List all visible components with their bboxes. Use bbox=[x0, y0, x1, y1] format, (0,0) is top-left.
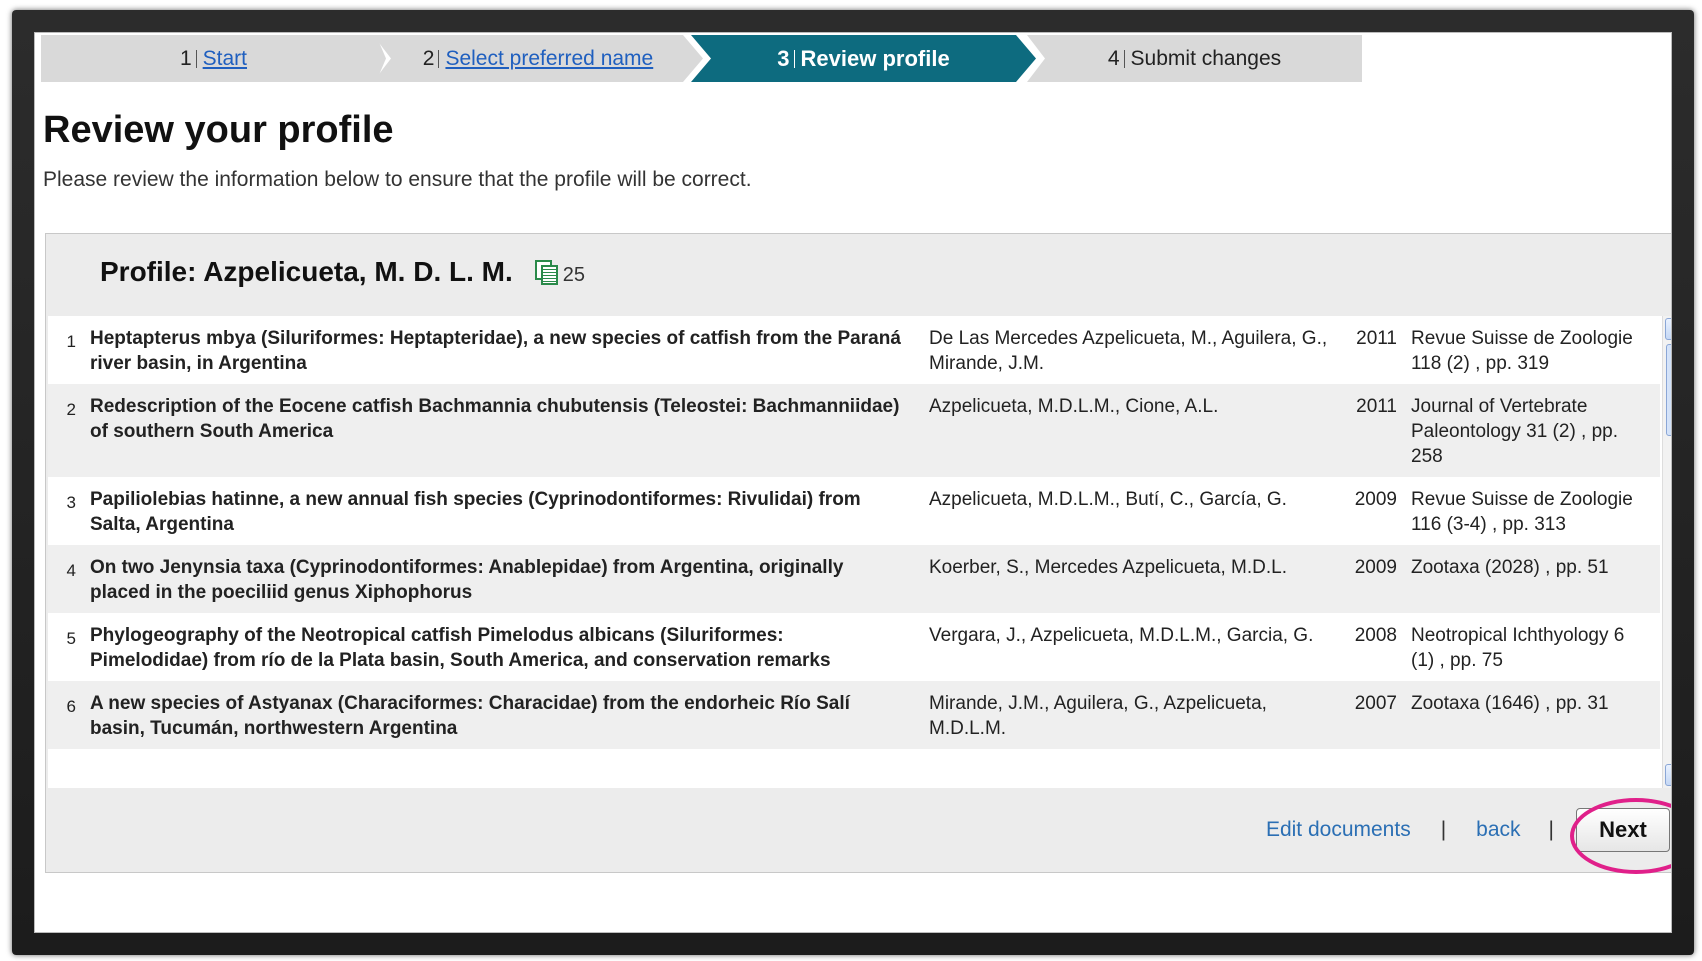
document-source: Zootaxa (2028) , pp. 51 bbox=[1411, 557, 1609, 578]
step-select-preferred-name[interactable]: 2 Select preferred name bbox=[373, 35, 703, 82]
document-authors: Azpelicueta, M.D.L.M., Cione, A.L. bbox=[929, 396, 1219, 417]
document-year: 2008 bbox=[1354, 625, 1397, 646]
document-authors: Mirande, J.M., Aguilera, G., Azpelicueta… bbox=[929, 693, 1267, 739]
document-index: 3 bbox=[66, 493, 76, 512]
document-row: 6 A new species of Astyanax (Characiforme… bbox=[48, 681, 1660, 749]
document-title: On two Jenynsia taxa (Cyprinodontiformes… bbox=[90, 557, 844, 603]
document-title: Redescription of the Eocene catfish Bach… bbox=[90, 396, 900, 442]
document-year: 2011 bbox=[1356, 328, 1397, 349]
document-source: Revue Suisse de Zoologie 116 (3-4) , pp.… bbox=[1411, 489, 1633, 535]
step-start[interactable]: 1 Start bbox=[41, 35, 386, 82]
step-separator bbox=[793, 49, 795, 68]
document-index: 1 bbox=[66, 332, 76, 351]
document-authors: De Las Mercedes Azpelicueta, M., Aguiler… bbox=[929, 328, 1328, 374]
page-description: Please review the information below to e… bbox=[43, 168, 752, 191]
document-index: 5 bbox=[66, 629, 76, 648]
profile-title: Profile: Azpelicueta, M. D. L. M. bbox=[100, 256, 513, 287]
document-source: Journal of Vertebrate Paleontology 31 (2… bbox=[1411, 396, 1619, 467]
scroll-up-icon[interactable]: ▲ bbox=[1665, 318, 1671, 340]
step-submit-changes-label: Submit changes bbox=[1130, 46, 1282, 70]
step-review-profile-label: Review profile bbox=[800, 45, 950, 71]
document-row: 3 Papiliolebias hatinne, a new annual fis… bbox=[48, 477, 1660, 545]
document-year: 2009 bbox=[1354, 489, 1397, 510]
document-source: Neotropical Ichthyology 6 (1) , pp. 75 bbox=[1411, 625, 1625, 671]
document-list[interactable]: 1 Heptapterus mbya (Siluriformes: Heptapt… bbox=[48, 316, 1671, 788]
footer-actions: Edit documents | back | Next bbox=[1266, 808, 1670, 852]
step-separator bbox=[438, 49, 440, 68]
document-year: 2011 bbox=[1356, 396, 1397, 417]
page-title: Review your profile bbox=[43, 109, 394, 151]
document-count: 25 bbox=[562, 263, 586, 286]
document-row: 5 Phylogeography of the Neotropical catfi… bbox=[48, 613, 1660, 681]
separator: | bbox=[1440, 818, 1447, 841]
step-separator bbox=[1123, 49, 1125, 68]
document-title: Heptapterus mbya (Siluriformes: Heptapte… bbox=[90, 328, 901, 374]
document-source: Revue Suisse de Zoologie 118 (2) , pp. 3… bbox=[1411, 328, 1633, 374]
document-title: A new species of Astyanax (Characiformes… bbox=[90, 693, 850, 739]
document-row: 4 On two Jenynsia taxa (Cyprinodontiforme… bbox=[48, 545, 1660, 613]
document-index: 4 bbox=[66, 561, 76, 580]
page: 1 Start 2 Select preferred name 3 Review pr… bbox=[34, 32, 1672, 933]
documents-icon bbox=[534, 260, 558, 285]
step-select-preferred-name-link[interactable]: Select preferred name bbox=[445, 47, 653, 71]
document-index: 2 bbox=[66, 400, 76, 419]
document-authors: Koerber, S., Mercedes Azpelicueta, M.D.L… bbox=[929, 557, 1288, 578]
document-year: 2007 bbox=[1354, 693, 1397, 714]
document-index: 6 bbox=[66, 697, 76, 716]
document-row: 1 Heptapterus mbya (Siluriformes: Heptapt… bbox=[48, 316, 1660, 384]
step-start-link[interactable]: Start bbox=[203, 47, 247, 71]
document-row: 2 Redescription of the Eocene catfish Bac… bbox=[48, 384, 1660, 477]
scroll-down-icon[interactable]: ▼ bbox=[1665, 764, 1671, 786]
step-separator bbox=[195, 49, 197, 68]
document-authors: Vergara, J., Azpelicueta, M.D.L.M., Garc… bbox=[929, 625, 1314, 646]
document-year: 2009 bbox=[1354, 557, 1397, 578]
next-button[interactable]: Next bbox=[1576, 808, 1670, 852]
profile-header: Profile: Azpelicueta, M. D. L. M. 25 bbox=[100, 256, 585, 288]
document-authors: Azpelicueta, M.D.L.M., Butí, C., García,… bbox=[929, 489, 1287, 510]
scroll-thumb[interactable] bbox=[1666, 344, 1671, 436]
document-title: Phylogeography of the Neotropical catfis… bbox=[90, 625, 831, 671]
profile-panel: Profile: Azpelicueta, M. D. L. M. 25 1 He… bbox=[45, 233, 1671, 874]
edit-documents-link[interactable]: Edit documents bbox=[1266, 818, 1411, 842]
back-link[interactable]: back bbox=[1476, 818, 1520, 842]
document-source: Zootaxa (1646) , pp. 31 bbox=[1411, 693, 1609, 714]
step-submit-changes: 4 Submit changes bbox=[1027, 35, 1362, 82]
separator: | bbox=[1548, 818, 1554, 841]
step-review-profile: 3 Review profile bbox=[691, 35, 1036, 82]
document-title: Papiliolebias hatinne, a new annual fish… bbox=[90, 489, 861, 535]
progress-stepper: 1 Start 2 Select preferred name 3 Review pr… bbox=[41, 35, 1362, 82]
window-frame: 1 Start 2 Select preferred name 3 Review pr… bbox=[12, 10, 1694, 955]
scrollbar[interactable]: ▲ ▼ bbox=[1662, 316, 1671, 788]
document-list-rows: 1 Heptapterus mbya (Siluriformes: Heptapt… bbox=[48, 316, 1660, 749]
